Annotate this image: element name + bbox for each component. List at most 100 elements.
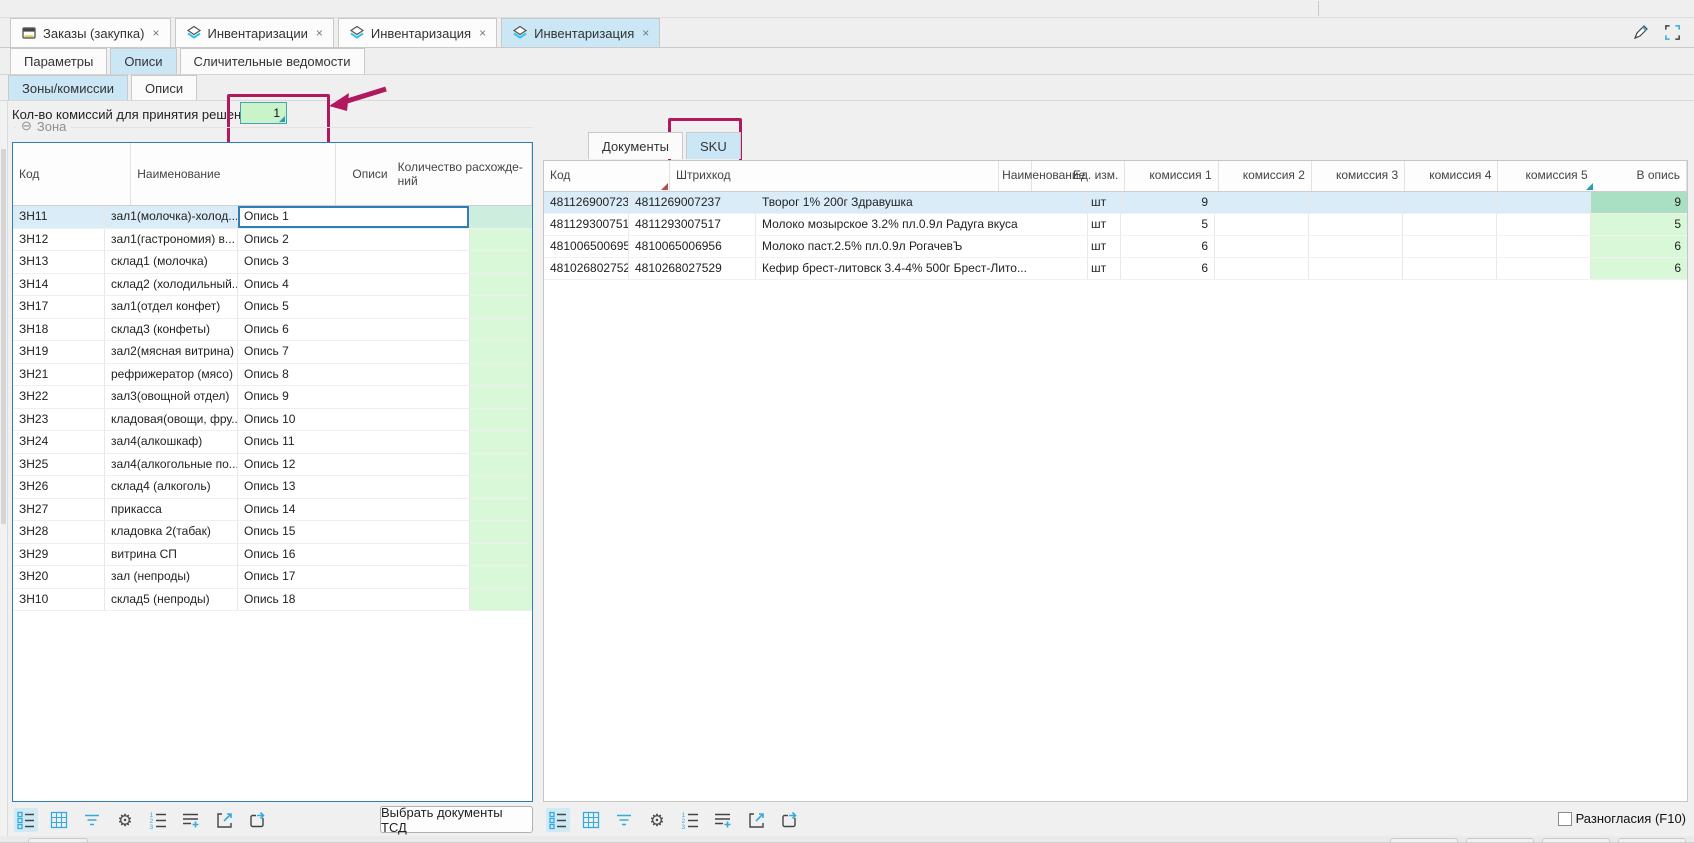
zone-opis-cell[interactable]: Опись 18 [238, 589, 470, 611]
zone-code-cell[interactable]: ЗН21 [13, 364, 105, 386]
zone-name-cell[interactable]: рефрижератор (мясо) [105, 364, 238, 386]
zone-opis-cell[interactable]: Опись 14 [238, 499, 470, 521]
zone-discrepancy-cell[interactable] [470, 296, 532, 318]
document-tab[interactable]: Инвентаризация × [501, 18, 660, 47]
tab-close-icon[interactable]: × [316, 26, 323, 40]
zone-opis-cell[interactable]: Опись 7 [238, 341, 470, 363]
zone-opis-cell[interactable]: Опись 15 [238, 521, 470, 543]
zone-discrepancy-cell[interactable] [470, 454, 532, 476]
sku-commission5-cell[interactable] [1497, 214, 1591, 235]
sku-commission3-cell[interactable] [1309, 258, 1403, 279]
zone-table-row[interactable]: ЗН18 склад3 (конфеты) Опись 6 [13, 319, 532, 342]
zone-opis-cell[interactable]: Опись 11 [238, 431, 470, 453]
zone-table-row[interactable]: ЗН21 рефрижератор (мясо) Опись 8 [13, 364, 532, 387]
zone-code-cell[interactable]: ЗН20 [13, 566, 105, 588]
zone-name-cell[interactable]: кладовка 2(табак) [105, 521, 238, 543]
zone-column-header[interactable]: Код [13, 143, 131, 205]
sku-table-row[interactable]: 4810268027529 4810268027529 Кефир брест-… [544, 258, 1687, 280]
detail-tab[interactable]: SKU [686, 132, 741, 159]
zone-opis-cell[interactable]: Опись 16 [238, 544, 470, 566]
select-tsd-documents-button[interactable]: Выбрать документы ТСД [380, 806, 533, 833]
sku-commission1-cell[interactable]: 5 [1121, 214, 1215, 235]
zone-table-row[interactable]: ЗН27 прикасса Опись 14 [13, 499, 532, 522]
zone-code-cell[interactable]: ЗН12 [13, 229, 105, 251]
sku-unit-cell[interactable]: шт [1088, 236, 1121, 257]
zone-table-row[interactable]: ЗН13 склад1 (молочка) Опись 3 [13, 251, 532, 274]
zone-name-cell[interactable]: зал (непроды) [105, 566, 238, 588]
zone-discrepancy-cell[interactable] [470, 386, 532, 408]
sku-name-cell[interactable]: Кефир брест-литовск 3.4-4% 500г Брест-Ли… [756, 258, 1088, 279]
zone-table-row[interactable]: ЗН19 зал2(мясная витрина) Опись 7 [13, 341, 532, 364]
sku-commission4-cell[interactable] [1403, 192, 1497, 213]
document-tab[interactable]: Инвентаризация × [338, 18, 497, 47]
fullscreen-icon[interactable] [1663, 23, 1682, 42]
sku-total-cell[interactable]: 6 [1591, 236, 1687, 257]
sku-table-row[interactable]: 4811269007237 4811269007237 Творог 1% 20… [544, 192, 1687, 214]
left-scrollbar-thumb[interactable] [1, 149, 6, 524]
zone-name-cell[interactable]: склад4 (алкоголь) [105, 476, 238, 498]
zone-discrepancy-cell[interactable] [470, 589, 532, 611]
zone-code-cell[interactable]: ЗН22 [13, 386, 105, 408]
sku-commission2-cell[interactable] [1215, 214, 1309, 235]
refresh-icon[interactable] [777, 808, 801, 832]
sku-commission1-cell[interactable]: 6 [1121, 236, 1215, 257]
tab-close-icon[interactable]: × [642, 26, 649, 40]
zone-table-row[interactable]: ЗН25 зал4(алкогольные по... Опись 12 [13, 454, 532, 477]
collapse-icon[interactable]: ⊖ [21, 118, 32, 134]
zone-opis-cell[interactable]: Опись 1 [238, 206, 470, 228]
sku-commission4-cell[interactable] [1403, 236, 1497, 257]
sku-commission5-cell[interactable] [1497, 258, 1591, 279]
zone-column-header[interactable]: Наименование [131, 143, 336, 205]
sku-column-header[interactable]: комиссия 3 [1312, 161, 1405, 191]
sku-code-cell[interactable]: 4811293007517 [544, 214, 629, 235]
settings-gear-icon[interactable]: ⚙ [113, 808, 137, 832]
zone-code-cell[interactable]: ЗН17 [13, 296, 105, 318]
zone-opis-cell[interactable]: Опись 5 [238, 296, 470, 318]
sku-code-cell[interactable]: 4811269007237 [544, 192, 629, 213]
sku-commission3-cell[interactable] [1309, 192, 1403, 213]
sku-table-row[interactable]: 4811293007517 4811293007517 Молоко мозыр… [544, 214, 1687, 236]
zone-name-cell[interactable]: зал4(алкошкаф) [105, 431, 238, 453]
sku-commission2-cell[interactable] [1215, 236, 1309, 257]
zone-discrepancy-cell[interactable] [470, 521, 532, 543]
zone-name-cell[interactable]: кладовая(овощи, фру... [105, 409, 238, 431]
tab-close-icon[interactable]: × [152, 26, 159, 40]
zone-table-row[interactable]: ЗН11 зал1(молочка)-холод... Опись 1 [13, 206, 532, 229]
sku-name-cell[interactable]: Молоко паст.2.5% пл.0.9л РогачевЪ [756, 236, 1088, 257]
zone-name-cell[interactable]: зал1(молочка)-холод... [105, 206, 238, 228]
sku-code-cell[interactable]: 4810065006956 [544, 236, 629, 257]
tab-close-icon[interactable]: × [479, 26, 486, 40]
sku-column-header[interactable]: комиссия 1 [1125, 161, 1218, 191]
sku-barcode-cell[interactable]: 4811269007237 [629, 192, 756, 213]
sku-commission5-cell[interactable] [1497, 236, 1591, 257]
zone-table-row[interactable]: ЗН23 кладовая(овощи, фру... Опись 10 [13, 409, 532, 432]
section-tab[interactable]: Описи [110, 48, 176, 74]
filter-icon[interactable] [612, 808, 636, 832]
zone-discrepancy-cell[interactable] [470, 364, 532, 386]
sku-commission3-cell[interactable] [1309, 236, 1403, 257]
zone-name-cell[interactable]: прикасса [105, 499, 238, 521]
zone-table-row[interactable]: ЗН22 зал3(овощной отдел) Опись 9 [13, 386, 532, 409]
zone-opis-cell[interactable]: Опись 12 [238, 454, 470, 476]
export-icon[interactable] [212, 808, 236, 832]
zone-opis-cell[interactable]: Опись 6 [238, 319, 470, 341]
zone-code-cell[interactable]: ЗН19 [13, 341, 105, 363]
zone-code-cell[interactable]: ЗН28 [13, 521, 105, 543]
zone-discrepancy-cell[interactable] [470, 499, 532, 521]
sku-total-cell[interactable]: 5 [1591, 214, 1687, 235]
sku-unit-cell[interactable]: шт [1088, 214, 1121, 235]
sku-commission4-cell[interactable] [1403, 258, 1497, 279]
zone-code-cell[interactable]: ЗН29 [13, 544, 105, 566]
sku-name-cell[interactable]: Творог 1% 200г Здравушка [756, 192, 1088, 213]
sku-column-header[interactable]: комиссия 5 [1498, 161, 1593, 191]
numbered-list-icon[interactable]: 1 2 3 [678, 808, 702, 832]
export-icon[interactable] [744, 808, 768, 832]
sku-barcode-cell[interactable]: 4810268027529 [629, 258, 756, 279]
zone-name-cell[interactable]: склад5 (непроды) [105, 589, 238, 611]
zone-code-cell[interactable]: ЗН26 [13, 476, 105, 498]
sku-column-header[interactable]: комиссия 4 [1405, 161, 1498, 191]
sku-column-header[interactable]: Ед. изм. [1032, 161, 1125, 191]
add-row-icon[interactable] [711, 808, 735, 832]
zone-opis-cell[interactable]: Опись 2 [238, 229, 470, 251]
sku-commission2-cell[interactable] [1215, 258, 1309, 279]
